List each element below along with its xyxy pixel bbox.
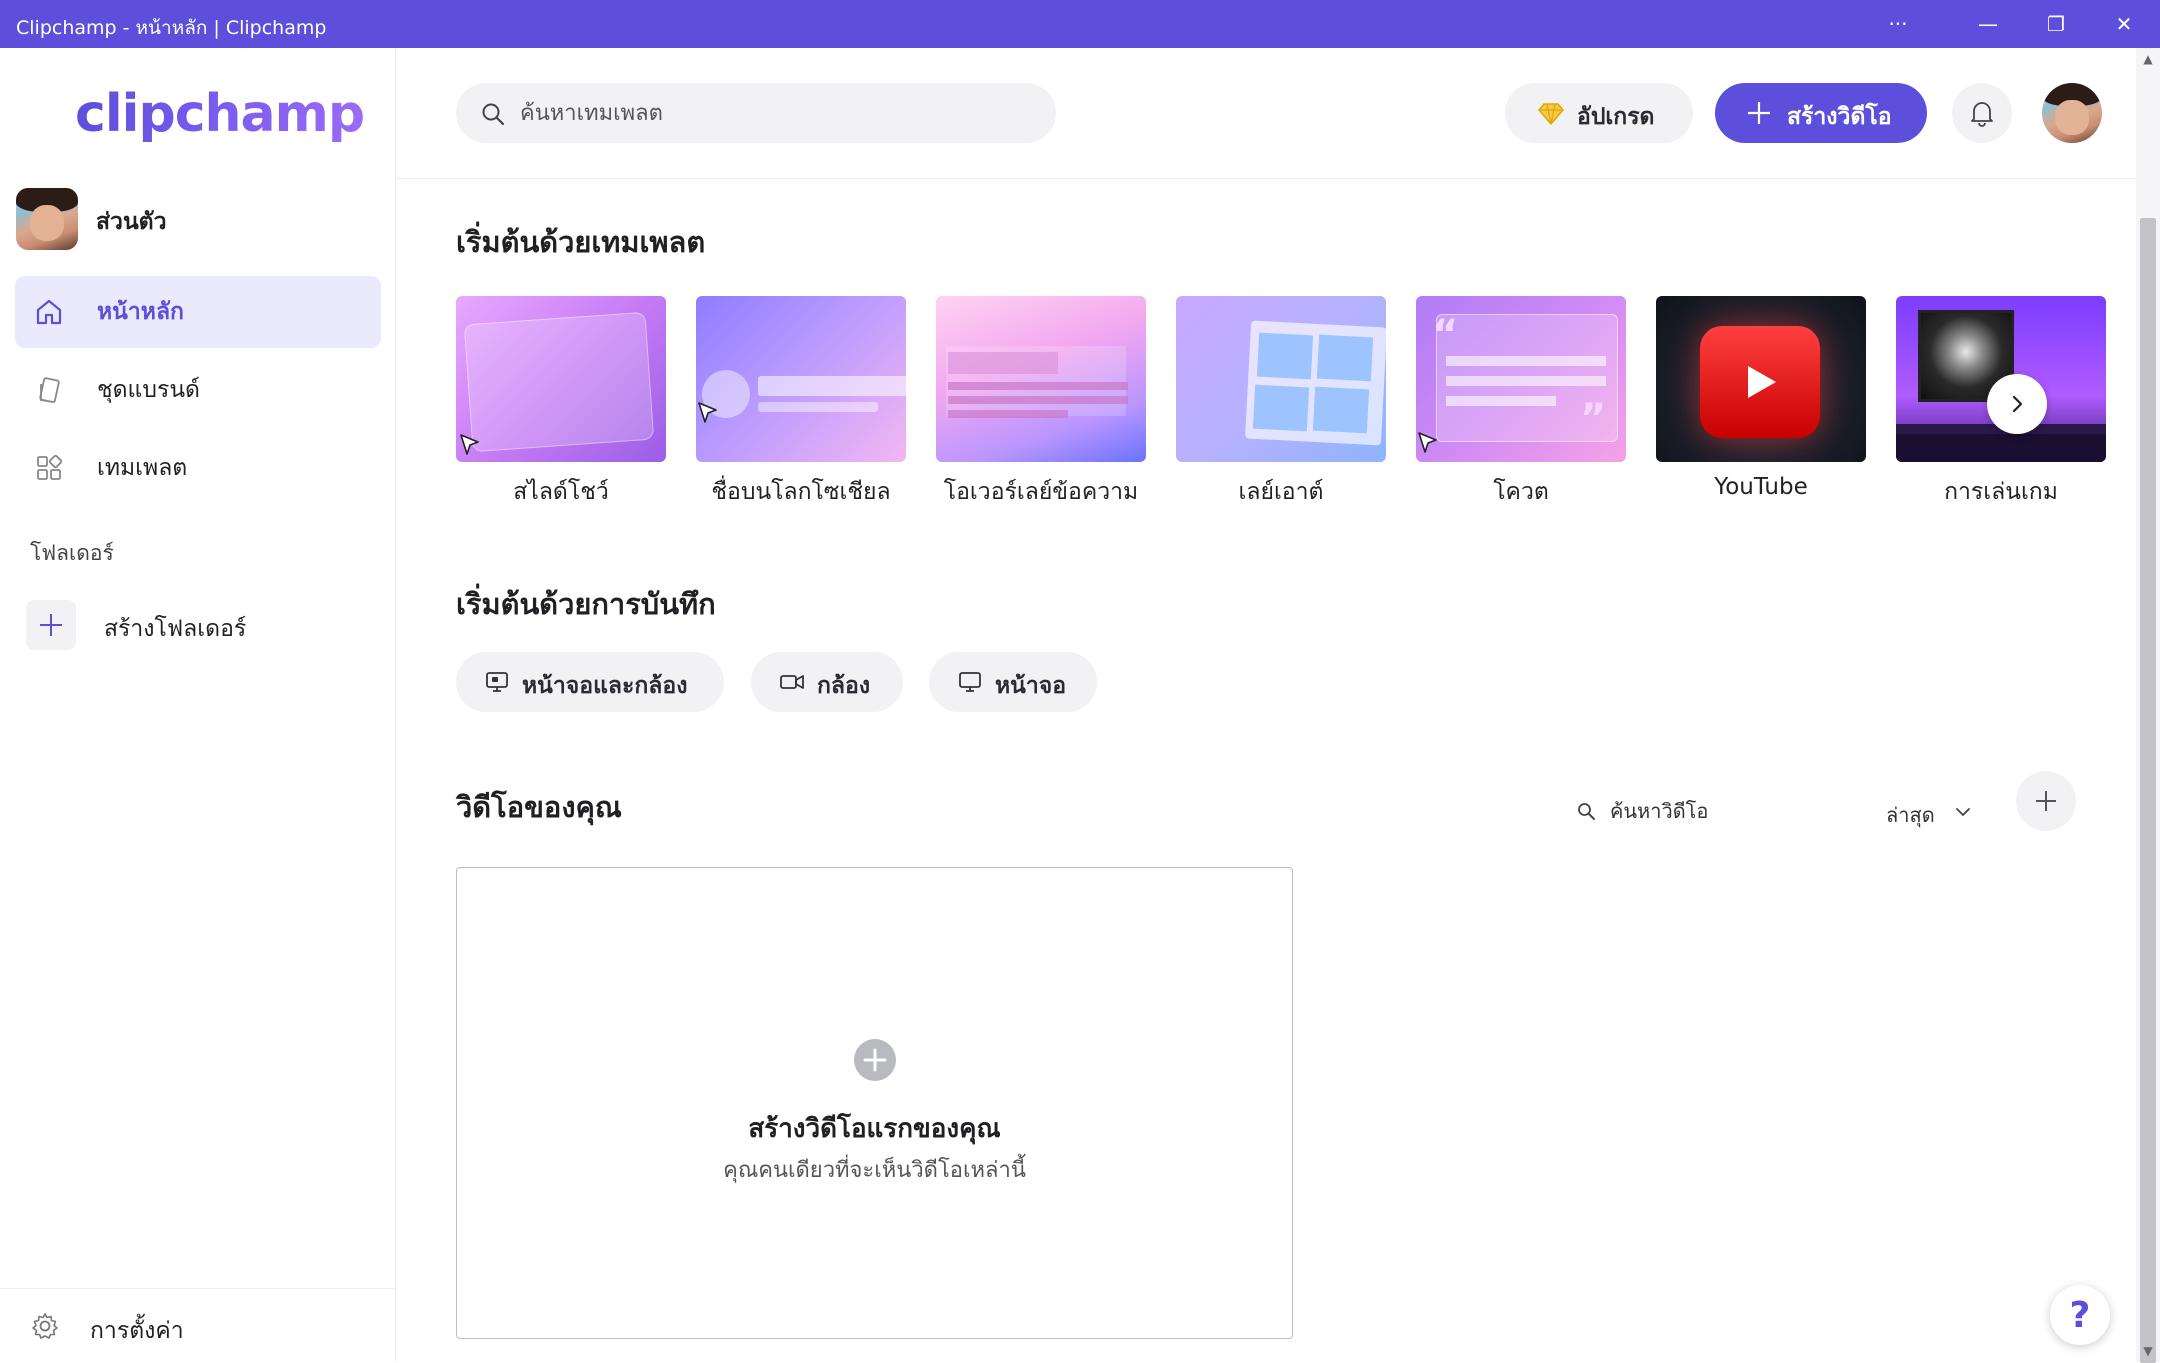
window-title: Clipchamp - หน้าหลัก | Clipchamp [16, 17, 327, 39]
template-thumbnail [936, 296, 1146, 462]
templates-icon [33, 452, 65, 484]
templates-heading: เริ่มต้นด้วยเทมเพลต [456, 225, 706, 259]
cursor-icon [460, 434, 479, 455]
clipchamp-logo[interactable]: clipchamp [75, 84, 365, 144]
template-card-social-title[interactable]: ชื่อบนโลกโซเชียล [696, 296, 906, 510]
create-folder-button[interactable]: สร้างโฟลเดอร์ [26, 596, 366, 654]
template-card-text-overlay[interactable]: โอเวอร์เลย์ข้อความ [936, 296, 1146, 510]
vertical-scrollbar[interactable]: ▲ ▼ [2136, 48, 2160, 1363]
template-thumbnail [1656, 296, 1866, 462]
template-card-label: ชื่อบนโลกโซเชียล [711, 479, 891, 505]
template-thumbnail [696, 296, 906, 462]
chevron-down-icon [1954, 803, 1972, 821]
recording-heading: เริ่มต้นด้วยการบันทึก [456, 587, 716, 621]
upgrade-label: อัปเกรด [1577, 104, 1655, 130]
account-avatar[interactable] [2042, 83, 2102, 143]
create-video-label: สร้างวิดีโอ [1787, 104, 1892, 130]
scroll-up-icon[interactable]: ▲ [2136, 48, 2160, 70]
template-card-label: YouTube [1714, 474, 1808, 500]
template-card-quote[interactable]: “ ” โควต [1416, 296, 1626, 510]
minimize-button[interactable]: — [1952, 0, 2024, 48]
sidebar-item-label: ชุดแบรนด์ [97, 377, 200, 403]
record-option-label: หน้าจอ [995, 673, 1067, 699]
gear-icon [30, 1311, 60, 1341]
sidebar-item-brand-kit[interactable]: ชุดแบรนด์ [15, 354, 381, 426]
sort-label: ล่าสุด [1886, 803, 1935, 827]
camera-icon [779, 669, 805, 695]
search-icon [1576, 801, 1596, 821]
template-card-label: โอเวอร์เลย์ข้อความ [943, 479, 1139, 505]
plus-icon [2033, 788, 2059, 814]
template-card-label: การเล่นเกม [1944, 479, 2058, 505]
search-icon [480, 101, 506, 127]
template-thumbnail: “ ” [1416, 296, 1626, 462]
your-videos-heading: วิดีโอของคุณ [456, 790, 622, 824]
avatar-face-shape [2055, 99, 2089, 135]
template-card-layout[interactable]: เลย์เอาต์ [1176, 296, 1386, 510]
screen-icon [957, 669, 983, 695]
folders-section-label: โฟลเดอร์ [30, 541, 114, 565]
record-screen-and-camera-button[interactable]: หน้าจอและกล้อง [456, 652, 724, 712]
template-thumbnail [456, 296, 666, 462]
sidebar-item-home[interactable]: หน้าหลัก [15, 276, 381, 348]
help-button[interactable]: ? [2050, 1285, 2110, 1345]
video-search[interactable] [1576, 791, 1796, 831]
cursor-icon [698, 402, 717, 423]
template-card-youtube[interactable]: YouTube [1656, 296, 1866, 500]
home-icon [33, 296, 65, 328]
create-video-button[interactable]: สร้างวิดีโอ [1715, 83, 1927, 143]
scroll-down-icon[interactable]: ▼ [2136, 1340, 2160, 1362]
template-search[interactable] [456, 83, 1056, 143]
empty-videos-card[interactable]: สร้างวิดีโอแรกของคุณ คุณคนเดียวที่จะเห็น… [456, 867, 1293, 1339]
settings-button[interactable]: การตั้งค่า [0, 1288, 396, 1362]
record-option-label: หน้าจอและกล้อง [522, 673, 688, 699]
plus-icon [26, 600, 76, 650]
restore-button[interactable]: ❐ [2020, 0, 2092, 48]
close-button[interactable]: ✕ [2088, 0, 2160, 48]
template-card-label: สไลด์โชว์ [513, 479, 609, 505]
notifications-button[interactable] [1952, 83, 2012, 143]
window-titlebar: Clipchamp - หน้าหลัก | Clipchamp ··· — ❐… [0, 0, 2160, 48]
profile-name[interactable]: ส่วนตัว [96, 204, 167, 240]
template-card-label: โควต [1493, 479, 1549, 505]
record-screen-button[interactable]: หน้าจอ [929, 652, 1097, 712]
main-content: เริ่มต้นด้วยเทมเพลต สไลด์โชว์ ชื่อบนโลกโ… [396, 179, 2136, 1362]
plus-icon [1745, 99, 1773, 127]
record-camera-button[interactable]: กล้อง [751, 652, 903, 712]
sidebar-item-label: เทมเพลต [97, 455, 188, 481]
record-option-label: กล้อง [817, 673, 871, 699]
template-card-label: เลย์เอาต์ [1238, 479, 1324, 505]
sidebar-item-templates[interactable]: เทมเพลต [15, 432, 381, 504]
empty-state-title: สร้างวิดีโอแรกของคุณ [748, 1114, 1001, 1144]
template-thumbnail [1176, 296, 1386, 462]
plus-circle-icon [854, 1039, 896, 1081]
settings-label: การตั้งค่า [90, 1318, 184, 1344]
screen-camera-icon [484, 669, 510, 695]
avatar-face-shape [29, 205, 65, 242]
upgrade-button[interactable]: อัปเกรด [1505, 83, 1693, 143]
templates-next-button[interactable] [1987, 374, 2047, 434]
add-video-button[interactable] [2016, 771, 2076, 831]
chevron-right-icon [2012, 395, 2023, 413]
top-header: อัปเกรด สร้างวิดีโอ [396, 48, 2136, 179]
create-folder-label: สร้างโฟลเดอร์ [104, 616, 247, 642]
bell-icon [1969, 99, 1995, 127]
search-input[interactable] [520, 93, 1040, 133]
diamond-icon [1537, 99, 1565, 127]
cursor-icon [1418, 432, 1437, 453]
scrollbar-thumb[interactable] [2140, 218, 2156, 1363]
more-options-icon[interactable]: ··· [1862, 0, 1934, 48]
video-search-input[interactable] [1610, 795, 1790, 827]
profile-avatar[interactable] [16, 188, 78, 250]
sort-dropdown[interactable]: ล่าสุด [1886, 791, 1986, 831]
sidebar: clipchamp ส่วนตัว หน้าหลัก ชุดแบรนด์ เทม… [0, 48, 396, 1362]
empty-state-subtitle: คุณคนเดียวที่จะเห็นวิดีโอเหล่านี้ [723, 1158, 1026, 1183]
sidebar-item-label: หน้าหลัก [97, 299, 184, 325]
brand-kit-icon [33, 374, 65, 406]
template-card-slideshow[interactable]: สไลด์โชว์ [456, 296, 666, 510]
